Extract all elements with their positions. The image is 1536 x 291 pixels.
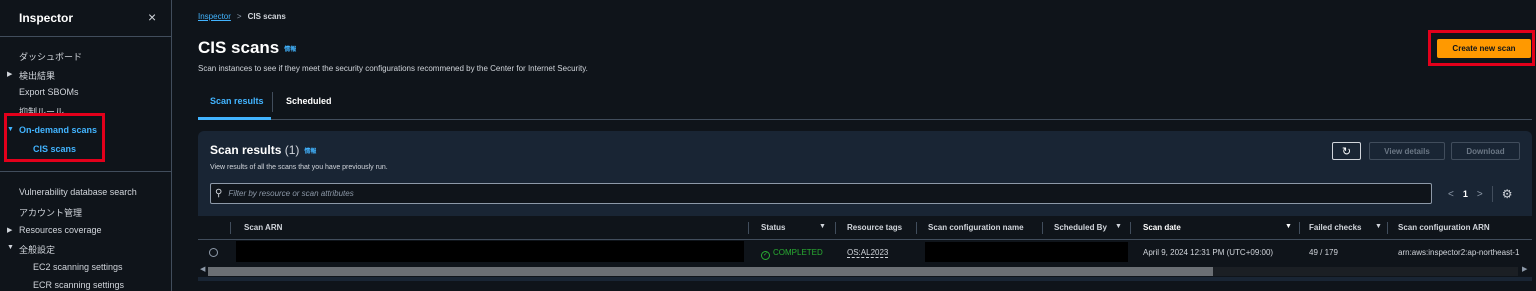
status-badge: ✓ COMPLETED (761, 248, 823, 260)
column-divider (835, 222, 836, 234)
column-header-status[interactable]: Status (761, 223, 785, 232)
column-header-scan-date[interactable]: Scan date (1143, 223, 1181, 232)
column-header-resource-tags[interactable]: Resource tags (847, 223, 902, 232)
table-row[interactable]: ✓ COMPLETED OS:AL2023 April 9, 2024 12:31… (198, 240, 1532, 265)
refresh-button[interactable]: ↻ (1332, 142, 1361, 160)
column-divider (1130, 222, 1131, 234)
sidebar-title: Inspector (19, 11, 74, 25)
check-circle-icon: ✓ (761, 251, 770, 260)
gear-icon[interactable]: ⚙ (1502, 187, 1513, 201)
view-details-button[interactable]: View details (1369, 142, 1445, 160)
tab-scheduled[interactable]: Scheduled (286, 96, 332, 106)
caret-right-icon[interactable]: ▶ (7, 70, 12, 78)
scan-date: April 9, 2024 12:31 PM (UTC+09:00) (1143, 248, 1274, 257)
column-header-scan-configuration-arn[interactable]: Scan configuration ARN (1398, 223, 1490, 232)
tab-scan-results[interactable]: Scan results (210, 96, 264, 106)
search-icon: ⚲ (215, 188, 223, 199)
scrollbar-track[interactable] (208, 267, 1518, 276)
close-icon[interactable]: × (148, 9, 156, 25)
sort-icon[interactable]: ▼ (819, 223, 826, 230)
sidebar-item-account-management[interactable]: アカウント管理 (19, 206, 82, 219)
tabs: Scan results Scheduled (198, 90, 1532, 120)
page-title-text: CIS scans (198, 38, 280, 57)
page-number[interactable]: 1 (1463, 189, 1468, 199)
column-divider (748, 222, 749, 234)
refresh-icon: ↻ (1341, 145, 1352, 158)
breadcrumb: Inspector > CIS scans (198, 12, 286, 21)
sidebar-item-ec2-scanning-settings[interactable]: EC2 scanning settings (33, 262, 123, 272)
sidebar-item-dashboard[interactable]: ダッシュボード (19, 50, 82, 63)
scroll-right-icon[interactable]: ▶ (1522, 265, 1527, 273)
info-link[interactable]: 情報 (304, 149, 316, 155)
horizontal-scrollbar[interactable]: ◀ ▶ (198, 265, 1532, 277)
column-header-scan-configuration-name[interactable]: Scan configuration name (928, 223, 1024, 232)
sidebar-divider (0, 36, 172, 37)
sidebar-item-general-settings[interactable]: 全般設定 (19, 243, 55, 256)
sidebar-item-cis-scans[interactable]: CIS scans (33, 144, 76, 154)
page-title: CIS scans 情報 (198, 38, 296, 58)
result-count: (1) (284, 143, 300, 157)
pagination: < 1 > ⚙ (1448, 186, 1512, 202)
panel-title: Scan results (1) 情報 (210, 143, 316, 157)
failed-checks: 49 / 179 (1309, 248, 1338, 257)
create-new-scan-button[interactable]: Create new scan (1437, 39, 1531, 58)
scrollbar-thumb[interactable] (208, 267, 1213, 276)
redacted-scan-configuration-name (925, 242, 1128, 262)
caret-down-icon[interactable]: ▼ (7, 244, 14, 251)
sidebar-item-vulnerability-database-search[interactable]: Vulnerability database search (19, 187, 137, 197)
active-tab-indicator (198, 117, 271, 120)
breadcrumb-current: CIS scans (247, 12, 286, 21)
panel-title-text: Scan results (210, 143, 282, 157)
column-divider (1042, 222, 1043, 234)
column-divider (1299, 222, 1300, 234)
sidebar-item-ecr-scanning-settings[interactable]: ECR scanning settings (33, 280, 124, 290)
sidebar-item-findings[interactable]: 検出結果 (19, 69, 55, 82)
sort-icon[interactable]: ▼ (1115, 223, 1122, 230)
prev-page-icon[interactable]: < (1448, 189, 1454, 200)
sidebar-item-export-sboms[interactable]: Export SBOMs (19, 87, 79, 97)
redacted-scan-arn (236, 241, 744, 262)
panel-description: View results of all the scans that you h… (210, 164, 388, 171)
download-button[interactable]: Download (1451, 142, 1520, 160)
page-description: Scan instances to see if they meet the s… (198, 64, 588, 73)
column-divider (230, 222, 231, 234)
column-header-scheduled-by[interactable]: Scheduled By (1054, 223, 1107, 232)
status-text: COMPLETED (773, 248, 823, 257)
pager-divider (1491, 186, 1493, 202)
scroll-left-icon[interactable]: ◀ (200, 265, 205, 273)
filter-input[interactable] (228, 189, 1409, 198)
tab-divider (272, 92, 273, 112)
table-header: Scan ARN Status ▼ Resource tags Scan con… (198, 216, 1532, 240)
breadcrumb-link-inspector[interactable]: Inspector (198, 12, 231, 21)
resource-tag[interactable]: OS:AL2023 (847, 248, 888, 257)
column-divider (916, 222, 917, 234)
row-select-radio[interactable] (209, 248, 218, 257)
sidebar-item-suppression-rules[interactable]: 抑制ルール (19, 105, 64, 114)
scan-configuration-arn: arn:aws:inspector2:ap-northeast-1 (1398, 248, 1520, 257)
column-header-failed-checks[interactable]: Failed checks (1309, 223, 1361, 232)
breadcrumb-separator-icon: > (236, 12, 242, 21)
info-link[interactable]: 情報 (284, 47, 296, 53)
scan-results-panel: Scan results (1) 情報 View results of all t… (198, 131, 1532, 281)
sidebar-divider (0, 171, 172, 172)
sidebar-item-resources-coverage[interactable]: Resources coverage (19, 225, 102, 235)
caret-down-icon[interactable]: ▼ (7, 126, 14, 133)
sidebar-item-on-demand-scans[interactable]: On-demand scans (19, 125, 97, 135)
filter-bar: ⚲ (210, 183, 1432, 204)
next-page-icon[interactable]: > (1477, 189, 1483, 200)
column-divider (1387, 222, 1388, 234)
sort-icon[interactable]: ▼ (1285, 223, 1292, 230)
sort-icon[interactable]: ▼ (1375, 223, 1382, 230)
caret-right-icon[interactable]: ▶ (7, 226, 12, 234)
sidebar: Inspector × ダッシュボード ▶ 検出結果 Export SBOMs … (0, 0, 172, 291)
column-header-scan-arn[interactable]: Scan ARN (244, 223, 282, 232)
